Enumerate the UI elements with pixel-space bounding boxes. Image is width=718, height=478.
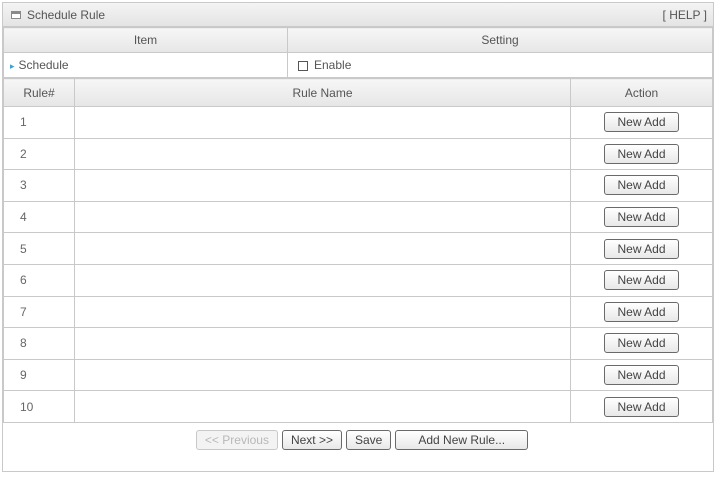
- table-row: 7 New Add: [3, 295, 713, 329]
- action-cell: New Add: [570, 169, 713, 202]
- rule-number-header: Rule#: [3, 78, 75, 107]
- enable-setting-cell: Enable: [287, 52, 713, 78]
- new-add-button[interactable]: New Add: [604, 175, 679, 196]
- action-cell: New Add: [570, 232, 713, 265]
- action-cell: New Add: [570, 106, 713, 139]
- previous-button: << Previous: [195, 429, 278, 450]
- table-row: 8 New Add: [3, 327, 713, 360]
- new-add-button[interactable]: New Add: [604, 301, 679, 322]
- new-add-button[interactable]: New Add: [604, 333, 679, 354]
- table-row: 1 New Add: [3, 106, 713, 139]
- panel-titlebar: Schedule Rule [ HELP ]: [3, 3, 713, 27]
- action-cell: New Add: [570, 200, 713, 234]
- add-new-rule-button[interactable]: Add New Rule...: [395, 429, 529, 450]
- bullet-arrow-icon: ▸: [10, 61, 15, 71]
- rule-number-cell: 1: [3, 106, 75, 139]
- rule-number-cell: 8: [3, 327, 75, 360]
- help-link[interactable]: [ HELP ]: [663, 8, 707, 22]
- table-row: 9 New Add: [3, 358, 713, 392]
- table-row: 6 New Add: [3, 263, 713, 297]
- rule-table-body: 1 New Add 2 New Add 3 New Add 4 New Add 5 New Add…: [3, 106, 713, 423]
- new-add-button[interactable]: New Add: [604, 365, 679, 386]
- rule-name-cell: [74, 327, 571, 360]
- action-cell: New Add: [570, 263, 713, 297]
- rule-name-cell: [74, 200, 571, 234]
- action-cell: New Add: [570, 327, 713, 360]
- action-cell: New Add: [570, 295, 713, 329]
- new-add-button[interactable]: New Add: [604, 143, 679, 164]
- action-header: Action: [570, 78, 713, 107]
- new-add-button[interactable]: New Add: [604, 270, 679, 291]
- window-icon: [11, 10, 21, 19]
- rule-name-cell: [74, 295, 571, 329]
- enable-label: Enable: [314, 58, 352, 72]
- rule-name-header: Rule Name: [74, 78, 571, 107]
- action-cell: New Add: [570, 358, 713, 392]
- schedule-label: Schedule: [18, 58, 69, 72]
- new-add-button[interactable]: New Add: [604, 238, 679, 259]
- rule-name-cell: [74, 137, 571, 171]
- rule-name-cell: [74, 232, 571, 265]
- rule-table: Rule# Rule Name Action 1 New Add 2 New Add 3…: [3, 78, 713, 423]
- rule-number-cell: 9: [3, 358, 75, 392]
- table-row: 2 New Add: [3, 137, 713, 171]
- rule-name-cell: [74, 263, 571, 297]
- rule-number-cell: 6: [3, 263, 75, 297]
- rule-name-cell: [74, 106, 571, 139]
- schedule-rule-panel: Schedule Rule [ HELP ] Item Setting ▸ Sch…: [2, 2, 714, 472]
- rule-number-cell: 5: [3, 232, 75, 265]
- new-add-button[interactable]: New Add: [604, 112, 679, 133]
- next-button[interactable]: Next >>: [281, 429, 342, 450]
- table-row: 10 New Add: [3, 390, 713, 423]
- enable-checkbox[interactable]: [298, 60, 308, 71]
- rule-number-cell: 10: [3, 390, 75, 423]
- rule-name-cell: [74, 169, 571, 202]
- new-add-button[interactable]: New Add: [604, 207, 679, 228]
- rule-number-cell: 3: [3, 169, 75, 202]
- rule-number-cell: 4: [3, 200, 75, 234]
- settings-table: Item Setting ▸ Schedule Enable: [3, 27, 713, 78]
- rule-name-cell: [74, 390, 571, 423]
- pagination-footer: << Previous Next >> Save Add New Rule...: [3, 423, 713, 457]
- schedule-item-cell: ▸ Schedule: [3, 52, 288, 78]
- rule-number-cell: 7: [3, 295, 75, 329]
- save-button[interactable]: Save: [346, 429, 392, 450]
- rule-name-cell: [74, 358, 571, 392]
- table-row: 4 New Add: [3, 200, 713, 234]
- panel-title: Schedule Rule: [27, 7, 106, 22]
- setting-column-header: Setting: [287, 27, 713, 53]
- action-cell: New Add: [570, 390, 713, 423]
- action-cell: New Add: [570, 137, 713, 171]
- panel-title-group: Schedule Rule: [11, 8, 105, 22]
- table-row: 3 New Add: [3, 169, 713, 202]
- new-add-button[interactable]: New Add: [604, 396, 679, 417]
- rule-number-cell: 2: [3, 137, 75, 171]
- table-row: 5 New Add: [3, 232, 713, 265]
- item-column-header: Item: [3, 27, 288, 53]
